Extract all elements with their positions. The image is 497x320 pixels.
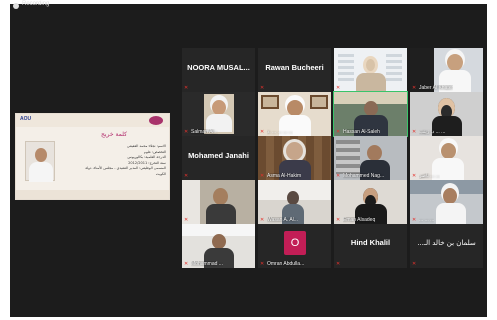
mic-muted-icon: ✕ xyxy=(260,217,265,223)
participant-label: Eman Alsadeq xyxy=(343,217,376,223)
mic-muted-icon: ✕ xyxy=(184,217,189,223)
participant-label: د. ... ... ... ... xyxy=(267,129,293,135)
participant-label: Wasan A. Al... xyxy=(267,217,298,223)
mic-muted-icon: ✕ xyxy=(336,129,341,135)
participant-tile[interactable]: Asma Al-Hakim ✕ xyxy=(258,136,331,180)
participant-avatar: O xyxy=(284,231,306,255)
participant-tile[interactable]: د. زينب ... ... ✕ xyxy=(410,92,483,136)
aou-logo: AOU xyxy=(20,116,32,122)
mic-muted-icon: ✕ xyxy=(184,129,189,135)
participant-label: د. زينب ... ... xyxy=(419,129,446,135)
participant-name: Mohamed Janahi xyxy=(188,151,249,160)
participant-name: Rawan Bucheeri xyxy=(265,63,324,72)
participant-tile[interactable]: Mohammed Nag... ✕ xyxy=(334,136,407,180)
participant-tile-active-speaker[interactable]: Hassan Al-Saleh ✕ xyxy=(333,91,408,137)
participant-name: ...سلمان بن خالد الـ xyxy=(417,239,476,247)
graduate-photo xyxy=(25,141,55,182)
participant-tile[interactable]: د. ... ... ... ... ✕ xyxy=(258,92,331,136)
mic-muted-icon: ✕ xyxy=(412,173,417,179)
participant-label: Mohammed Nag... xyxy=(343,173,385,179)
participant-tile[interactable]: Jaber Al Khater ✕ xyxy=(410,48,483,92)
participant-tile[interactable]: O Omran Abdulla... ✕ xyxy=(258,224,331,268)
participant-tile[interactable]: Hind Khalil ✕ xyxy=(334,224,407,268)
participant-tile[interactable]: Mohamed Janahi ✕ xyxy=(182,136,255,180)
graduate-info: الاسم: نجلاء محمد العفيفي التخصص: علوم ا… xyxy=(76,144,166,184)
info-line: المسمى الوظيفي: المدير التنفيذي - مجلس ا… xyxy=(85,166,166,176)
mic-muted-icon: ✕ xyxy=(184,261,189,267)
mic-muted-icon: ✕ xyxy=(336,85,341,91)
participant-video xyxy=(334,48,407,92)
participant-tile[interactable]: ... ... ... ✕ xyxy=(410,180,483,224)
participant-tile[interactable]: ✕ xyxy=(182,180,255,224)
mic-muted-icon: ✕ xyxy=(336,261,341,267)
shared-screen[interactable]: AOU كلمة خريج الاسم: نجلاء محمد العفيفي … xyxy=(15,113,170,200)
mic-muted-icon: ✕ xyxy=(260,173,265,179)
mic-muted-icon: ✕ xyxy=(260,261,265,267)
participant-tile[interactable]: Salman Al... ✕ xyxy=(182,92,255,136)
record-icon xyxy=(13,3,19,9)
participant-name: NOORA MUSAL... xyxy=(187,63,250,72)
mic-muted-icon: ✕ xyxy=(336,173,341,179)
participant-tile[interactable]: ...سلمان بن خالد الـ ✕ xyxy=(410,224,483,268)
recording-indicator: Recording xyxy=(10,1,70,12)
participant-tile[interactable]: ناصر ... ... ✕ xyxy=(410,136,483,180)
mic-muted-icon: ✕ xyxy=(260,85,265,91)
participant-label: Omran Abdulla... xyxy=(267,261,305,267)
mic-muted-icon: ✕ xyxy=(412,217,417,223)
participant-label: Salman Al... xyxy=(191,129,218,135)
participant-tile[interactable]: Eman Alsadeq ✕ xyxy=(334,180,407,224)
participant-tile[interactable]: Rawan Bucheeri ✕ xyxy=(258,48,331,92)
participant-label: ... ... ... xyxy=(419,217,435,223)
slide-heading: كلمة خريج xyxy=(101,131,127,138)
partner-logo xyxy=(149,116,163,125)
mic-muted-icon: ✕ xyxy=(184,173,189,179)
participant-label: Mohammad ... xyxy=(191,261,223,267)
participant-label: Asma Al-Hakim xyxy=(267,173,302,179)
mic-muted-icon: ✕ xyxy=(184,85,189,91)
mic-muted-icon: ✕ xyxy=(412,261,417,267)
participant-tile[interactable]: ✕ xyxy=(334,48,407,92)
recording-label: Recording xyxy=(22,1,50,7)
participant-tile[interactable]: Mohammad ... ✕ xyxy=(182,224,255,268)
slide-footer xyxy=(16,190,169,199)
participant-video xyxy=(182,180,255,224)
mic-muted-icon: ✕ xyxy=(260,129,265,135)
slide-header xyxy=(16,114,169,127)
participant-label: Hassan Al-Saleh xyxy=(343,129,380,135)
participant-label: Jaber Al Khater xyxy=(419,85,454,91)
participant-name: Hind Khalil xyxy=(350,238,391,247)
mic-muted-icon: ✕ xyxy=(412,129,417,135)
mic-muted-icon: ✕ xyxy=(336,217,341,223)
participant-tile[interactable]: NOORA MUSAL... ✕ xyxy=(182,48,255,92)
mic-muted-icon: ✕ xyxy=(412,85,417,91)
participant-label: ناصر ... ... xyxy=(419,173,441,179)
participant-tile[interactable]: Wasan A. Al... ✕ xyxy=(258,180,331,224)
